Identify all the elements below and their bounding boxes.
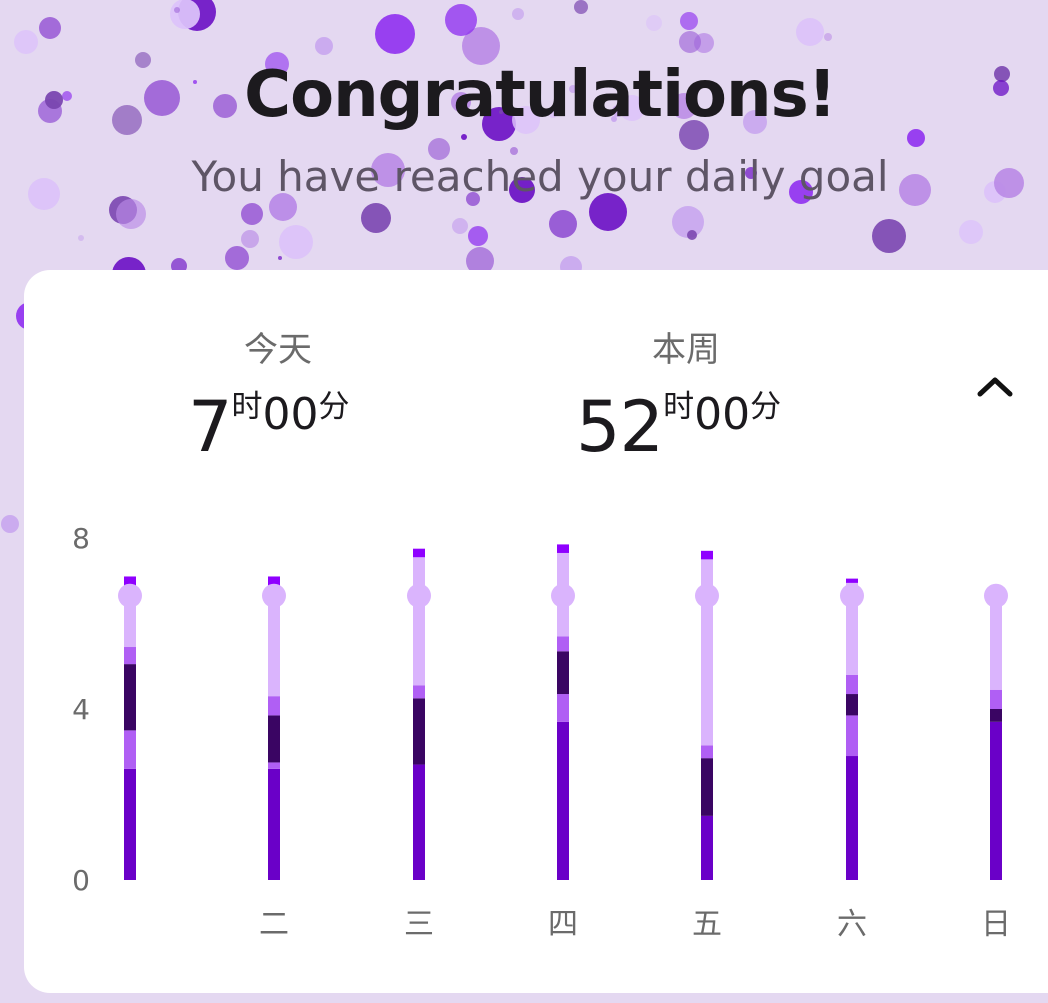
confetti-dot — [824, 33, 832, 41]
confetti-dot — [872, 219, 906, 253]
confetti-dot — [574, 0, 588, 14]
confetti-dot — [461, 134, 467, 140]
confetti-dot — [241, 230, 259, 248]
confetti-dot — [361, 203, 391, 233]
bar-segment — [846, 756, 858, 880]
confetti-dot — [796, 18, 824, 46]
bar-segment — [557, 721, 569, 880]
bar-day-3 — [551, 544, 575, 880]
bar-day-1 — [262, 576, 286, 880]
bar-segment — [413, 698, 425, 765]
confetti-dot — [116, 199, 146, 229]
x-tick-label: 三 — [404, 907, 434, 942]
bar-segment — [268, 715, 280, 763]
confetti-dot — [1, 515, 19, 533]
confetti-dot — [14, 30, 38, 54]
bar-segment — [413, 557, 425, 686]
bar-segment — [990, 595, 1002, 690]
confetti-dot — [445, 4, 477, 36]
confetti-dot — [225, 246, 249, 270]
confetti-dot — [375, 14, 415, 54]
goal-marker — [118, 583, 142, 608]
bar-segment — [124, 664, 136, 731]
confetti-dot — [687, 230, 697, 240]
bar-day-2 — [407, 548, 431, 880]
confetti-dot — [468, 226, 488, 246]
bar-segment — [557, 544, 569, 553]
bar-segment — [268, 696, 280, 716]
confetti-dot — [680, 12, 698, 30]
y-tick-label: 0 — [72, 864, 90, 897]
confetti-dot — [512, 8, 524, 20]
goal-marker — [695, 583, 719, 608]
bar-segment — [846, 715, 858, 757]
confetti-dot — [452, 218, 468, 234]
congratulations-title: Congratulations! — [244, 58, 837, 132]
weekly-stacked-bar-chart: 0 4 8 二 三 四 五 六 日 — [72, 522, 1011, 942]
bar-segment — [557, 694, 569, 722]
confetti-dot — [279, 225, 313, 259]
x-tick-label: 四 — [548, 907, 578, 942]
bar-segment — [990, 689, 1002, 709]
x-tick-label: 六 — [837, 907, 867, 942]
bar-segment — [413, 764, 425, 880]
confetti-dot — [174, 7, 180, 13]
goal-marker — [262, 583, 286, 608]
bar-segment — [846, 674, 858, 695]
bar-segment — [846, 694, 858, 716]
confetti-dot — [78, 235, 84, 241]
x-tick-label: 日 — [981, 907, 1011, 942]
bar-segment — [124, 768, 136, 880]
bar-segment — [990, 709, 1002, 722]
goal-marker — [551, 583, 575, 608]
bar-segment — [701, 815, 713, 880]
confetti-dot — [39, 17, 61, 39]
confetti-dot — [679, 31, 701, 53]
goal-marker — [407, 583, 431, 608]
x-tick-label: 二 — [259, 907, 289, 942]
y-tick-label: 4 — [72, 693, 90, 726]
bar-day-4 — [695, 550, 719, 880]
bar-segment — [557, 651, 569, 695]
confetti-dot — [549, 210, 577, 238]
bar-day-0 — [118, 576, 142, 880]
bar-segment — [124, 647, 136, 665]
bar-segment — [990, 721, 1002, 880]
bar-segment — [124, 730, 136, 769]
bar-segment — [268, 768, 280, 880]
bar-segment — [701, 550, 713, 560]
bar-segment — [846, 578, 858, 583]
bar-segment — [268, 762, 280, 769]
weekly-summary-card: 今天 7时00分 本周 52时00分 048二三四五六日 — [24, 270, 1048, 993]
bar-segment — [701, 745, 713, 759]
confetti-dot — [278, 256, 282, 260]
bar-segment — [413, 548, 425, 558]
daily-goal-subtitle: You have reached your daily goal — [191, 152, 889, 201]
bar-segment — [557, 636, 569, 652]
bar-segment — [413, 685, 425, 699]
y-tick-label: 8 — [72, 522, 90, 555]
bar-segment — [701, 758, 713, 816]
bar-day-6 — [984, 583, 1008, 880]
goal-marker — [840, 583, 864, 608]
bar-day-5 — [840, 578, 864, 880]
confetti-dot — [170, 0, 200, 29]
confetti-dot — [315, 37, 333, 55]
confetti-dot — [646, 15, 662, 31]
confetti-dot — [959, 220, 983, 244]
x-tick-label: 五 — [692, 907, 722, 942]
goal-marker — [984, 583, 1008, 608]
confetti-dot — [241, 203, 263, 225]
